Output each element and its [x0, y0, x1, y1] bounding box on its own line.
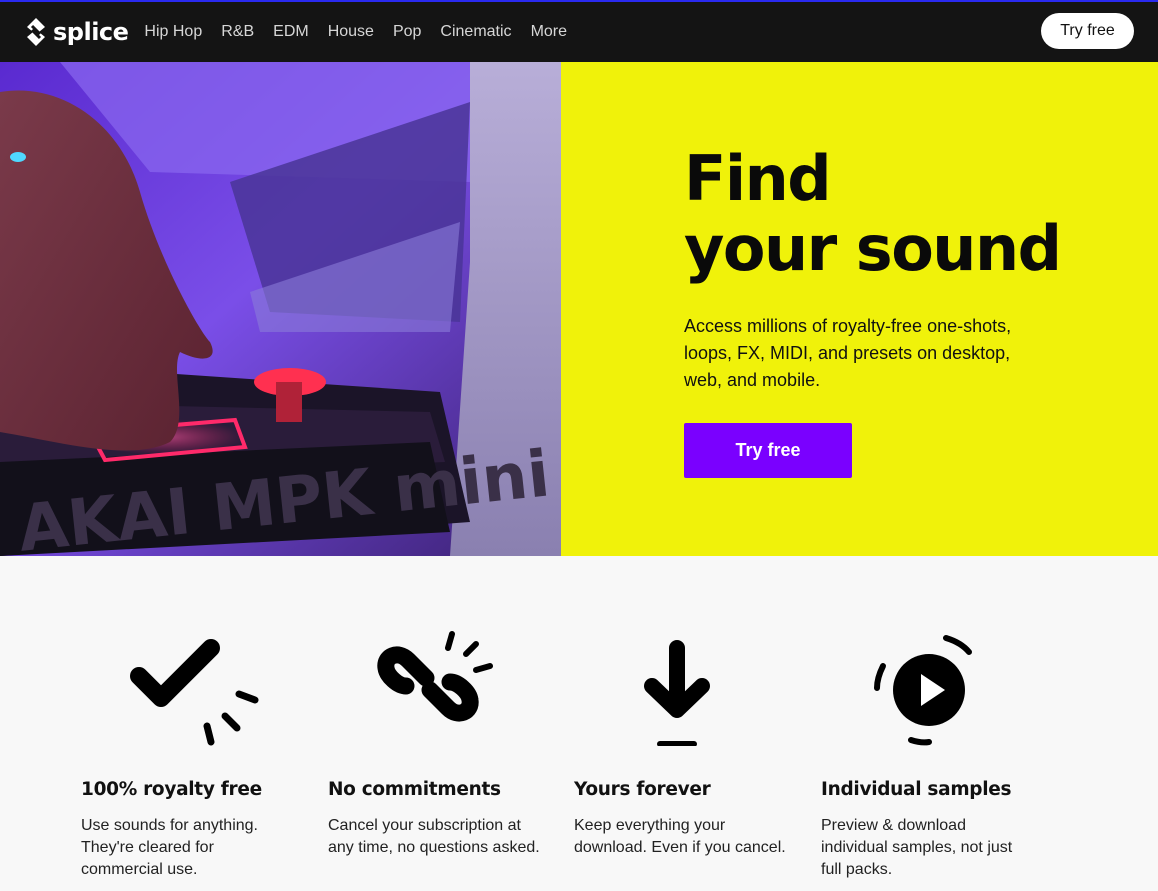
- hero-photo: AKAI MPK mini: [0, 62, 561, 556]
- nav-item-edm[interactable]: EDM: [273, 23, 309, 41]
- hero-panel: Find your sound Access millions of royal…: [561, 62, 1158, 556]
- feature-title: Individual samples: [821, 779, 1012, 800]
- feature-body: Preview & download individual samples, n…: [821, 817, 1013, 878]
- splice-logo[interactable]: splice: [24, 17, 129, 47]
- top-navigation-bar: splice Hip Hop R&B EDM House Pop Cinemat…: [0, 0, 1158, 62]
- nav-item-more[interactable]: More: [531, 23, 567, 41]
- hero-title: Find your sound: [684, 144, 1104, 284]
- nav-item-hip-hop[interactable]: Hip Hop: [144, 23, 202, 41]
- feature-body: Cancel your subscription at any time, no…: [328, 817, 540, 856]
- feature-body: Keep everything your download. Even if y…: [574, 817, 786, 856]
- features-section: 100% royalty free Use sounds for anythin…: [0, 556, 1158, 891]
- feature-body: Use sounds for anything. They're cleared…: [81, 817, 258, 878]
- checkmark-icon: [130, 639, 259, 746]
- try-free-nav-button[interactable]: Try free: [1041, 13, 1134, 49]
- feature-title: No commitments: [328, 779, 501, 800]
- hero-section: AKAI MPK mini Find your sound Access mil…: [0, 62, 1158, 556]
- play-icon: [874, 635, 972, 746]
- midi-controller-photo: AKAI MPK mini: [0, 62, 561, 556]
- nav-item-rnb[interactable]: R&B: [221, 23, 254, 41]
- download-icon: [644, 640, 710, 746]
- logo-wordmark: splice: [53, 18, 129, 46]
- hero-subtitle: Access millions of royalty-free one-shot…: [684, 316, 1012, 390]
- feature-title: Yours forever: [574, 779, 711, 800]
- nav-item-cinematic[interactable]: Cinematic: [440, 23, 511, 41]
- splice-logo-icon: [27, 18, 45, 46]
- feature-title: 100% royalty free: [81, 779, 262, 800]
- hero-title-line-2: your sound: [684, 212, 1062, 285]
- broken-link-icon: [377, 631, 493, 722]
- nav-item-pop[interactable]: Pop: [393, 23, 421, 41]
- nav-item-house[interactable]: House: [328, 23, 374, 41]
- hero-title-line-1: Find: [684, 142, 832, 215]
- try-free-hero-button[interactable]: Try free: [684, 423, 852, 478]
- genre-nav: Hip Hop R&B EDM House Pop Cinematic More: [144, 23, 586, 41]
